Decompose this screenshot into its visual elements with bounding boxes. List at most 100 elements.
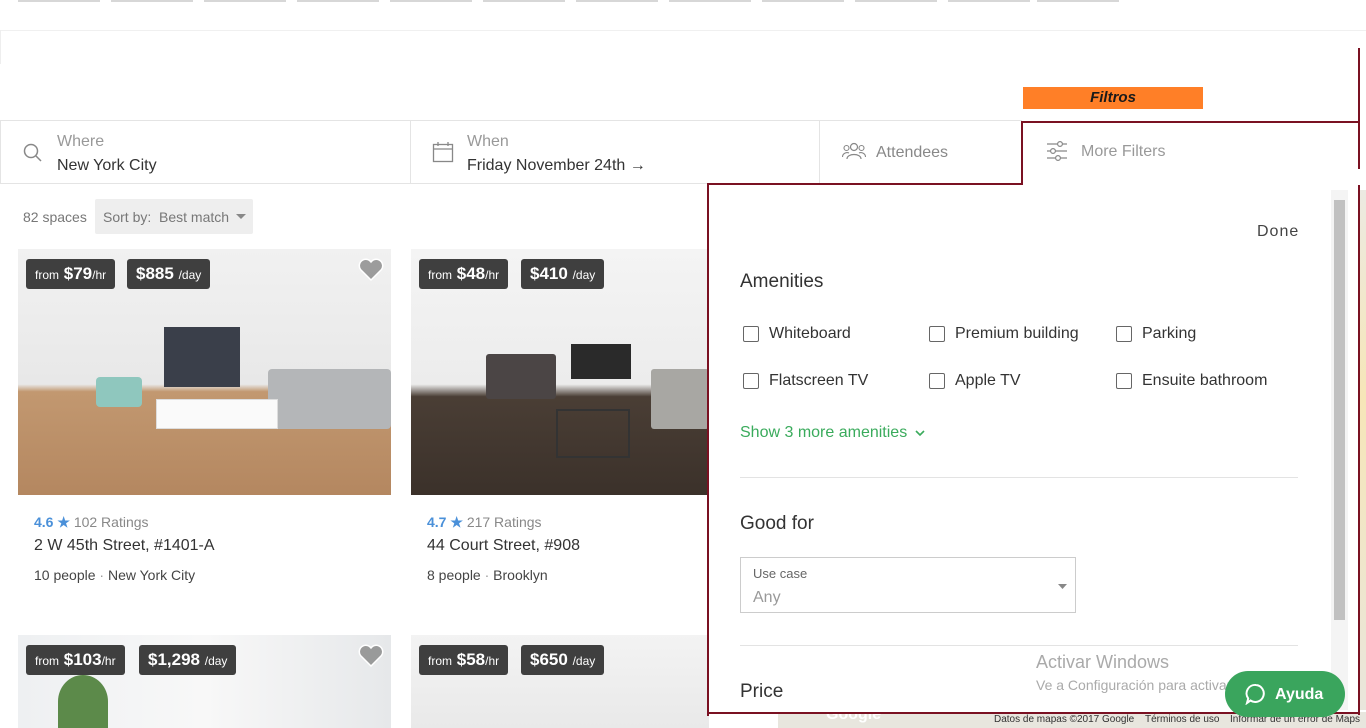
heart-icon[interactable] [358,644,384,667]
checkbox[interactable] [743,373,759,389]
tab-stub[interactable] [204,0,286,2]
more-filters-label: More Filters [1081,143,1166,160]
tab-stub[interactable] [111,0,193,2]
daily-unit: /day [572,268,596,282]
filters-panel: Done Amenities Whiteboard Premium buildi… [709,185,1359,713]
annotation-frame [1021,121,1360,123]
attendees-field[interactable]: Attendees [820,121,1023,183]
amenity-premium-building[interactable]: Premium building [929,324,1079,344]
tab-stub[interactable] [948,0,1030,2]
rating-score: 4.7 [427,514,447,530]
hourly-price-badge: from $48/hr [419,259,509,289]
people-icon [842,142,866,160]
when-field[interactable]: When Friday November 24th → [411,121,819,183]
checkbox[interactable] [929,326,945,342]
checkbox[interactable] [1116,326,1132,342]
section-divider [740,477,1298,478]
daily-price-badge: $885 /day [127,259,211,289]
show-more-label: Show 3 more amenities [740,424,908,441]
daily-price: $650 [530,650,568,669]
from-label: from [428,654,452,668]
star-icon: ★ [446,514,463,530]
chair-shape [96,377,142,407]
rating-score: 4.6 [34,514,54,530]
header-divider [0,30,1366,31]
tab-stub[interactable] [18,0,100,2]
where-value[interactable]: New York City [57,157,157,175]
hourly-price-badge: from $58/hr [419,645,509,675]
coffee-table-shape [556,409,630,458]
annotation-frame [1358,48,1360,169]
listing-meta: 8 people · Brooklyn [427,567,548,583]
map-strip[interactable] [1359,190,1366,710]
from-label: from [35,268,59,282]
capacity: 10 people [34,567,96,583]
sort-label: Sort by: [103,209,152,225]
table-shape [156,399,278,429]
hourly-price-badge: from $103/hr [26,645,125,675]
checkbox[interactable] [929,373,945,389]
daily-unit: /day [178,268,202,282]
help-button[interactable]: Ayuda [1225,671,1345,717]
chat-bubble-icon [1245,683,1265,705]
checkbox[interactable] [1116,373,1132,389]
neighborhood: New York City [107,567,196,583]
hourly-price: $48 [456,264,486,283]
hourly-unit: /hr [485,654,500,668]
price-title: Price [740,681,784,702]
daily-price: $410 [530,264,568,283]
more-filters-button[interactable]: More Filters [1022,121,1360,183]
listing-address[interactable]: 44 Court Street, #908 [427,537,580,555]
heart-icon[interactable] [358,258,384,281]
tab-stub[interactable] [762,0,844,2]
tab-stub[interactable] [855,0,937,2]
sort-dropdown[interactable]: Sort by: Best match [95,199,253,234]
amenity-apple-tv[interactable]: Apple TV [929,371,1021,391]
tab-stub[interactable] [576,0,658,2]
section-divider [740,645,1298,646]
results-count: 82 spaces [23,209,87,225]
rating: 4.7 ★ 217 Ratings [427,514,542,531]
done-button[interactable]: Done [1257,223,1299,241]
annotation-frame [707,183,1023,185]
amenity-parking[interactable]: Parking [1116,324,1196,344]
calendar-icon [432,142,454,163]
star-icon: ★ [53,514,70,530]
tab-stub[interactable] [390,0,472,2]
listing-photo[interactable]: from $58/hr $650 /day [411,635,709,728]
use-case-select[interactable]: Use case Any [740,557,1076,613]
header-divider [0,30,1,64]
sort-value: Best match [159,209,230,225]
amenity-label: Whiteboard [769,325,851,342]
map-terms-link[interactable]: Términos de uso [1145,714,1219,725]
chevron-down-icon [915,430,925,437]
where-field[interactable]: Where New York City [1,121,410,183]
when-label: When [467,133,509,150]
checkbox[interactable] [743,326,759,342]
amenity-flatscreen-tv[interactable]: Flatscreen TV [743,371,868,391]
neighborhood: Brooklyn [493,567,548,583]
scrollbar-thumb[interactable] [1334,200,1345,620]
help-label: Ayuda [1275,686,1324,703]
good-for-title: Good for [740,513,814,534]
chair-shape [486,354,556,399]
attendees-label: Attendees [876,144,949,161]
listing-photo[interactable]: from $79/hr $885 /day [18,249,391,495]
hourly-price: $103 [63,650,102,669]
show-more-amenities-link[interactable]: Show 3 more amenities [740,424,925,442]
tab-stub[interactable] [669,0,751,2]
amenity-ensuite-bathroom[interactable]: Ensuite bathroom [1116,371,1267,391]
daily-unit: /day [204,654,228,668]
listing-photo[interactable]: from $48/hr $410 /day [411,249,709,495]
chevron-down-icon [236,214,246,219]
daily-price-badge: $650 /day [521,645,605,675]
search-icon [23,143,42,162]
amenity-whiteboard[interactable]: Whiteboard [743,324,851,344]
listing-photo[interactable]: from $103/hr $1,298 /day [18,635,391,728]
listing-address[interactable]: 2 W 45th Street, #1401-A [34,537,215,555]
tab-stub[interactable] [483,0,565,2]
amenity-label: Ensuite bathroom [1142,372,1268,389]
tab-stub[interactable] [1037,0,1119,2]
when-value[interactable]: Friday November 24th → [467,157,646,175]
tab-stub[interactable] [297,0,379,2]
